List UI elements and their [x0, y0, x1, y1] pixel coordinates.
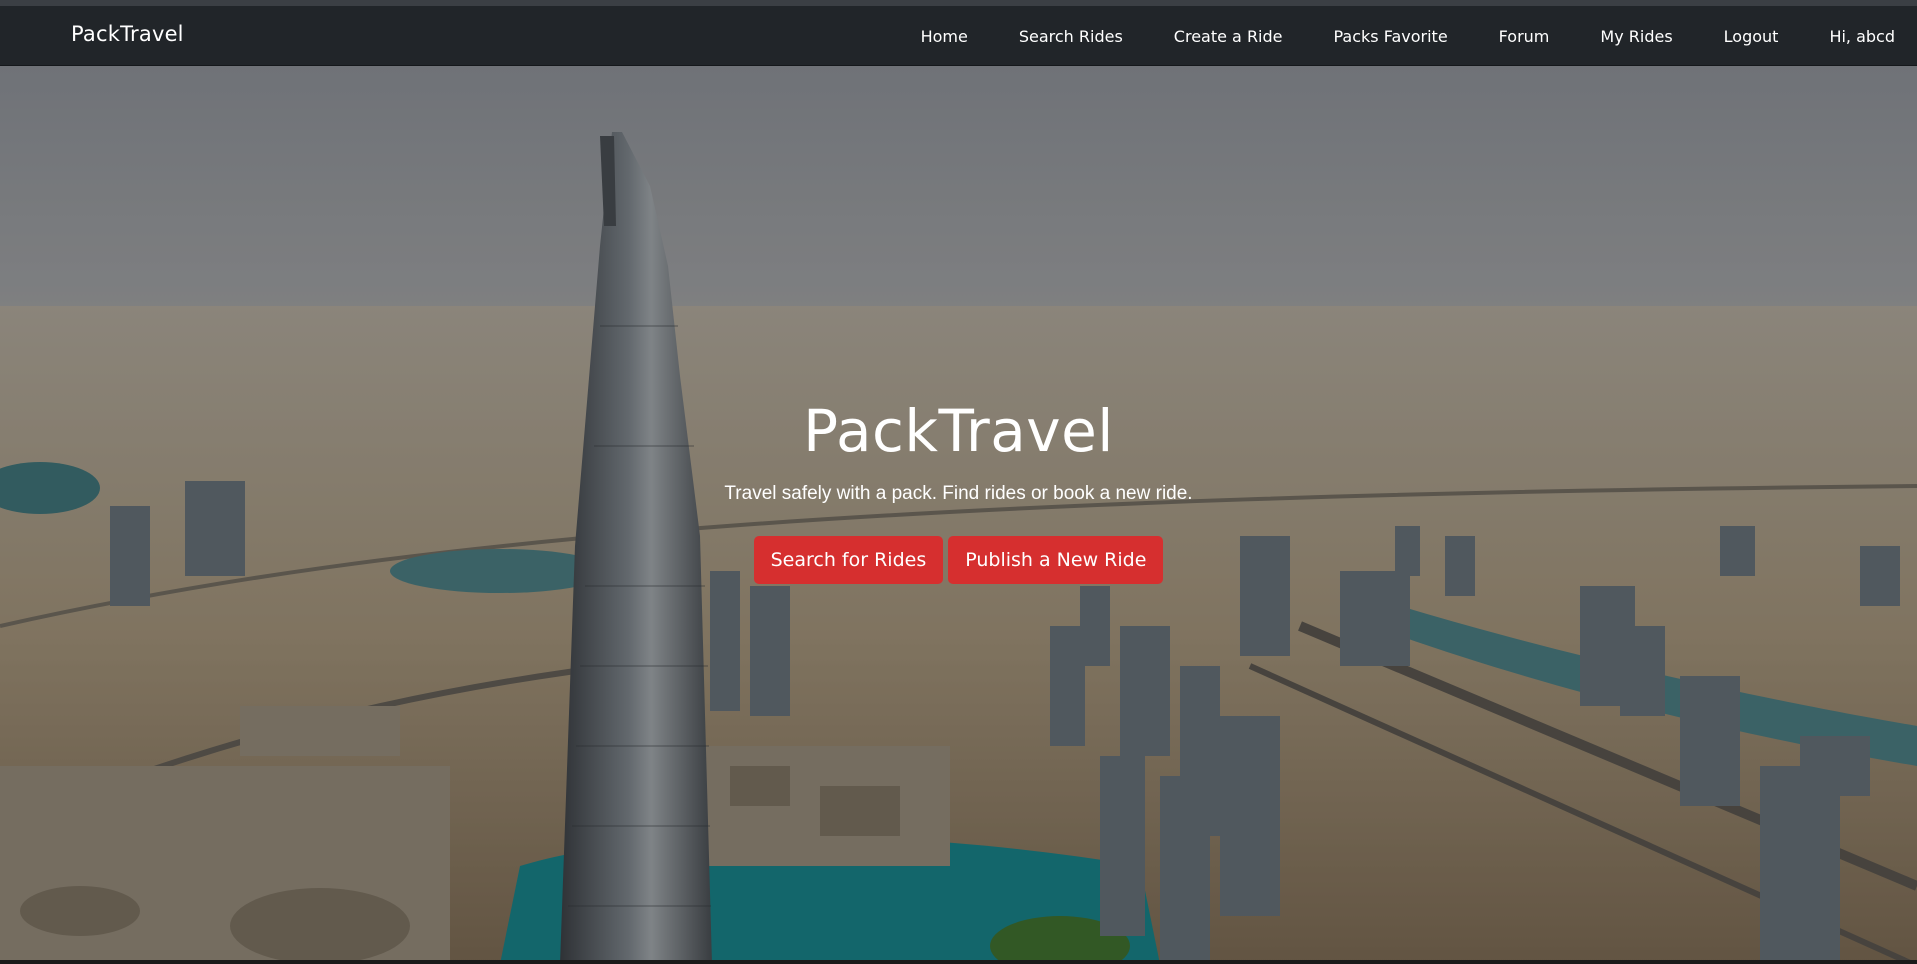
nav-links: Home Search Rides Create a Ride Packs Fa… [921, 6, 1895, 66]
nav-link-search-rides[interactable]: Search Rides [1019, 27, 1123, 46]
hero-content: PackTravel Travel safely with a pack. Fi… [0, 396, 1917, 584]
hero-section: PackTravel Travel safely with a pack. Fi… [0, 66, 1917, 964]
page: PackTravel Home Search Rides Create a Ri… [0, 0, 1917, 964]
nav-link-forum[interactable]: Forum [1499, 27, 1550, 46]
nav-link-packs-favorite[interactable]: Packs Favorite [1334, 27, 1448, 46]
nav-link-my-rides[interactable]: My Rides [1600, 27, 1672, 46]
nav-link-home[interactable]: Home [921, 27, 968, 46]
user-greeting[interactable]: Hi, abcd [1829, 27, 1895, 46]
publish-new-ride-button[interactable]: Publish a New Ride [948, 536, 1164, 584]
nav-link-create-ride[interactable]: Create a Ride [1174, 27, 1283, 46]
brand-logo[interactable]: PackTravel [71, 22, 184, 46]
bottom-border [0, 960, 1917, 964]
hero-title: PackTravel [803, 397, 1114, 465]
nav-link-logout[interactable]: Logout [1724, 27, 1779, 46]
hero-subtitle: Travel safely with a pack. Find rides or… [724, 483, 1193, 504]
navbar: PackTravel Home Search Rides Create a Ri… [0, 6, 1917, 66]
search-for-rides-button[interactable]: Search for Rides [753, 536, 944, 584]
hero-buttons: Search for Rides Publish a New Ride [0, 536, 1917, 584]
